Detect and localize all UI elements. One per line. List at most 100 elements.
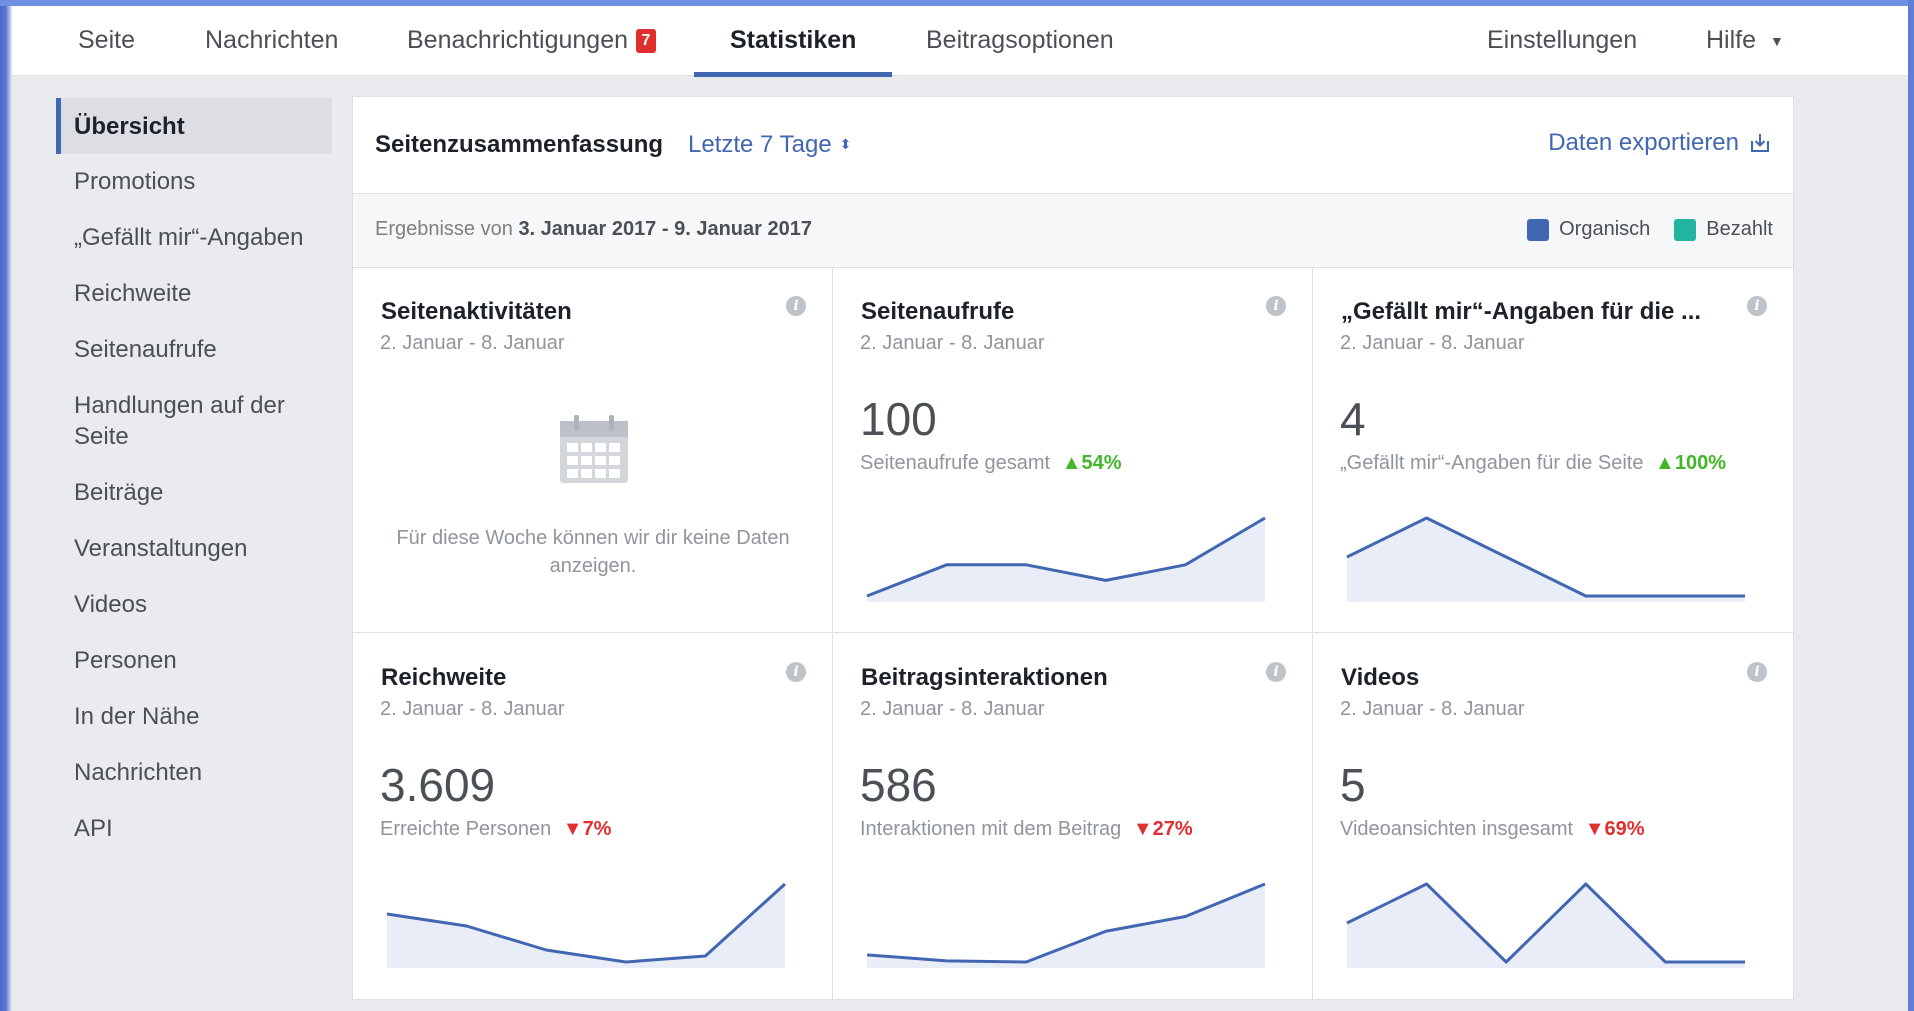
sparkline-area — [1347, 518, 1745, 602]
card-title: „Gefällt mir“-Angaben für die ... — [1341, 298, 1702, 325]
card-value: 100 — [860, 393, 937, 445]
change-value: 100% — [1674, 452, 1726, 474]
sidebar-item-promotions[interactable]: Promotions — [56, 166, 332, 197]
sidebar-item-beitraege[interactable]: Beiträge — [56, 477, 332, 508]
sidebar-item-label: Personen — [74, 647, 177, 674]
sparkline-chart — [1346, 882, 1745, 968]
card-metric: Seitenaufrufe gesamt ▲54% — [860, 452, 1122, 475]
card-date: 2. Januar - 8. Januar — [860, 698, 1045, 720]
results-row: Ergebnisse von 3. Januar 2017 - 9. Janua… — [353, 194, 1793, 268]
summary-title: Seitenzusammenfassung — [375, 131, 664, 158]
metric-card-seitenaktivitaeten[interactable]: Seitenaktivitäten 2. Januar - 8. Januar … — [353, 268, 833, 633]
info-icon[interactable]: i — [786, 662, 806, 682]
card-date: 2. Januar - 8. Januar — [860, 332, 1045, 354]
sidebar-item-api[interactable]: API — [56, 813, 332, 844]
card-title: Reichweite — [381, 664, 507, 691]
sidebar-item-label: „Gefällt mir“-Angaben — [74, 224, 304, 251]
export-data-button[interactable]: Daten exportieren — [1548, 129, 1771, 157]
sidebar-item-personen[interactable]: Personen — [56, 645, 332, 676]
info-icon[interactable]: i — [786, 296, 806, 316]
info-icon[interactable]: i — [1747, 296, 1767, 316]
legend-bezahlt[interactable]: Bezahlt — [1674, 218, 1773, 241]
change-value: 7% — [582, 818, 612, 840]
card-date: 2. Januar - 8. Januar — [380, 698, 565, 720]
notification-count-badge: 7 — [636, 28, 656, 53]
card-title: Seitenaufrufe — [861, 298, 1015, 325]
metric-card-beitragsinteraktionen[interactable]: Beitragsinteraktionen 2. Januar - 8. Jan… — [833, 634, 1313, 999]
tab-seite[interactable]: Seite — [78, 6, 135, 75]
change-value: 69% — [1604, 818, 1645, 840]
card-title: Seitenaktivitäten — [381, 298, 572, 325]
calendar-icon — [560, 415, 628, 483]
sidebar-item-label: Videos — [74, 591, 147, 618]
insights-sidebar: Übersicht Promotions „Gefällt mir“-Angab… — [56, 98, 332, 844]
sidebar-item-veranstaltungen[interactable]: Veranstaltungen — [56, 533, 332, 564]
organic-swatch — [1527, 218, 1550, 241]
tab-label: Seite — [78, 26, 135, 54]
sidebar-item-label: Beiträge — [74, 479, 164, 506]
change-value: 27% — [1152, 818, 1193, 840]
tab-beitragsoptionen[interactable]: Beitragsoptionen — [926, 6, 1114, 75]
triangle-down-icon: ▼ — [1584, 818, 1605, 840]
chevron-down-icon: ▼ — [1770, 32, 1784, 49]
sidebar-item-reichweite[interactable]: Reichweite — [56, 278, 332, 309]
info-icon[interactable]: i — [1266, 662, 1286, 682]
sparkline-area — [867, 884, 1265, 968]
metric-label: „Gefällt mir“-Angaben für die Seite — [1340, 452, 1644, 474]
page-summary-card: Seitenzusammenfassung Letzte 7 Tage ⬍ Dat… — [352, 96, 1794, 1000]
tab-statistiken[interactable]: Statistiken — [693, 6, 894, 77]
tab-benachrichtigungen[interactable]: Benachrichtigungen 7 — [407, 6, 656, 75]
sidebar-item-label: Übersicht — [74, 112, 185, 140]
info-icon[interactable]: i — [1266, 296, 1286, 316]
window-right-border — [1908, 0, 1914, 1011]
sidebar-item-videos[interactable]: Videos — [56, 589, 332, 620]
metric-label: Seitenaufrufe gesamt — [860, 452, 1051, 474]
triangle-up-icon: ▲ — [1655, 452, 1675, 474]
results-range: 3. Januar 2017 - 9. Januar 2017 — [518, 218, 812, 240]
metric-card-reichweite[interactable]: Reichweite 2. Januar - 8. Januar i 3.609… — [353, 634, 833, 999]
change-indicator: ▼27% — [1133, 818, 1193, 840]
sidebar-item-gefaellt-mir[interactable]: „Gefällt mir“-Angaben — [56, 222, 332, 253]
date-range-select[interactable]: Letzte 7 Tage ⬍ — [688, 131, 851, 159]
metric-card-gefaellt-mir[interactable]: „Gefällt mir“-Angaben für die ... 2. Jan… — [1313, 268, 1793, 633]
card-value: 4 — [1340, 393, 1366, 445]
sparkline-area — [867, 518, 1265, 602]
metric-label: Erreichte Personen — [380, 818, 552, 840]
card-metric: „Gefällt mir“-Angaben für die Seite ▲100… — [1340, 452, 1726, 475]
sparkline-chart — [386, 882, 787, 968]
sidebar-item-label: Veranstaltungen — [74, 535, 248, 562]
sidebar-item-in-der-naehe[interactable]: In der Nähe — [56, 701, 332, 732]
sidebar-item-handlungen[interactable]: Handlungen auf der Seite — [56, 390, 312, 452]
card-date: 2. Januar - 8. Januar — [1340, 332, 1525, 354]
sort-arrows-icon: ⬍ — [839, 136, 852, 152]
settings-link[interactable]: Einstellungen — [1487, 6, 1637, 75]
sparkline-chart — [1346, 516, 1745, 602]
triangle-up-icon: ▲ — [1061, 452, 1082, 474]
tab-label: Statistiken — [730, 26, 857, 54]
tab-label: Nachrichten — [205, 26, 339, 54]
sparkline-area — [1347, 884, 1745, 968]
card-metric: Videoansichten insgesamt ▼69% — [1340, 818, 1645, 841]
change-indicator: ▲54% — [1062, 452, 1122, 474]
card-metric: Interaktionen mit dem Beitrag ▼27% — [860, 818, 1193, 841]
tab-label: Beitragsoptionen — [926, 26, 1114, 54]
sidebar-item-uebersicht[interactable]: Übersicht — [56, 98, 332, 154]
tab-nachrichten[interactable]: Nachrichten — [205, 6, 338, 75]
info-icon[interactable]: i — [1747, 662, 1767, 682]
help-menu[interactable]: Hilfe ▼ — [1706, 6, 1784, 75]
card-date: 2. Januar - 8. Januar — [380, 332, 565, 354]
metric-card-videos[interactable]: Videos 2. Januar - 8. Januar i 5 Videoan… — [1313, 634, 1793, 999]
card-title: Videos — [1341, 664, 1420, 691]
export-label: Daten exportieren — [1548, 129, 1739, 156]
metric-card-seitenaufrufe[interactable]: Seitenaufrufe 2. Januar - 8. Januar i 10… — [833, 268, 1313, 633]
empty-state-message: Für diese Woche können wir dir keine Dat… — [396, 527, 790, 577]
sidebar-item-label: Handlungen auf der Seite — [74, 392, 285, 450]
results-prefix: Ergebnisse von — [375, 218, 513, 240]
legend-organisch[interactable]: Organisch — [1527, 218, 1650, 241]
sidebar-item-seitenaufrufe[interactable]: Seitenaufrufe — [56, 334, 332, 365]
card-title: Beitragsinteraktionen — [861, 664, 1108, 691]
metric-label: Interaktionen mit dem Beitrag — [860, 818, 1122, 840]
sidebar-item-nachrichten[interactable]: Nachrichten — [56, 757, 332, 788]
date-range-label: Letzte 7 Tage — [688, 131, 832, 158]
sidebar-item-label: Reichweite — [74, 280, 192, 307]
